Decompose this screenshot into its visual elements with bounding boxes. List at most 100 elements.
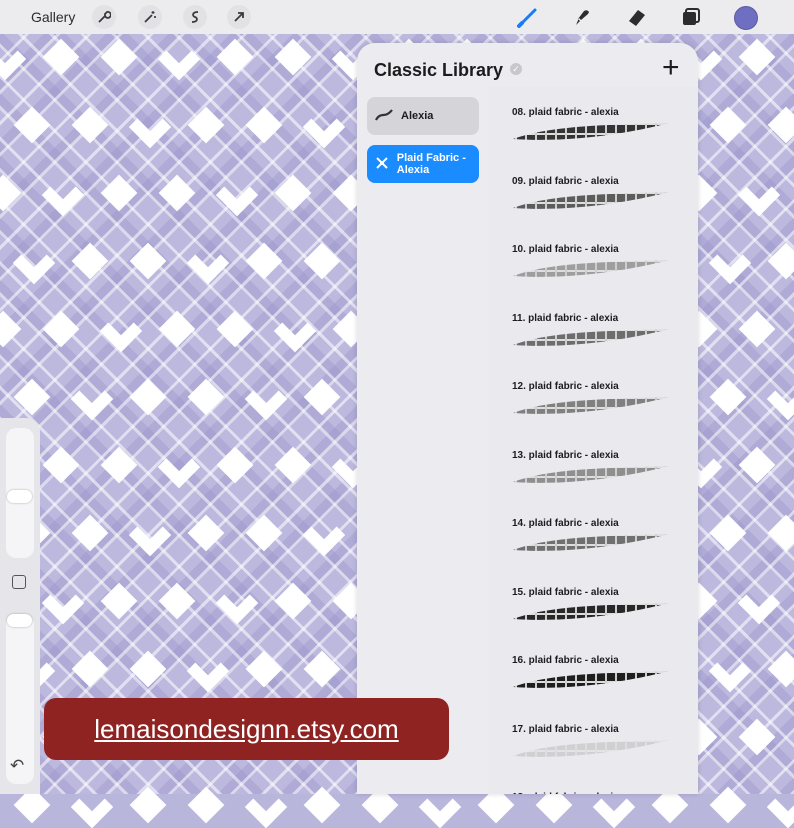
brush-stroke-shape: [513, 123, 669, 140]
plaid-diamond: [767, 106, 794, 144]
plaid-diamond: [12, 241, 56, 285]
plaid-diamond: [100, 582, 138, 620]
layers-icon[interactable]: [679, 5, 703, 29]
plaid-diamond: [245, 650, 283, 688]
brush-name: 17. plaid fabric - alexia: [512, 723, 619, 735]
plaid-diamond: [767, 242, 794, 280]
brush-stroke-preview: [513, 191, 669, 209]
library-title: Classic Library: [374, 60, 504, 80]
brush-list: 08. plaid fabric - alexia 09. plaid fabri…: [489, 87, 698, 794]
brush-item[interactable]: 13. plaid fabric - alexia: [489, 434, 698, 502]
plaid-diamond: [41, 173, 85, 217]
plaid-diamond: [41, 581, 85, 625]
brush-name: 09. plaid fabric - alexia: [512, 175, 619, 187]
plaid-diamond: [0, 174, 22, 212]
plaid-diamond: [245, 106, 283, 144]
brush-item[interactable]: 15. plaid fabric - alexia: [489, 571, 698, 639]
plaid-diamond: [274, 38, 312, 76]
plaid-diamond: [767, 650, 794, 688]
modify-button[interactable]: [12, 575, 26, 589]
watermark-link[interactable]: lemaisondesignn.etsy.com: [94, 714, 398, 745]
brush-item[interactable]: 08. plaid fabric - alexia: [489, 91, 698, 159]
gallery-button[interactable]: Gallery: [31, 9, 75, 25]
plaid-diamond: [302, 105, 346, 149]
brush-size-thumb[interactable]: [7, 490, 32, 503]
plaid-diamond: [274, 582, 312, 620]
plaid-diamond: [71, 514, 109, 552]
plaid-diamond: [737, 173, 781, 217]
plaid-diamond: [216, 446, 254, 484]
plaid-diamond: [244, 377, 288, 421]
brush-stroke-shape: [513, 260, 669, 277]
plaid-diamond: [71, 650, 109, 688]
selection-icon[interactable]: [183, 5, 207, 29]
opacity-thumb[interactable]: [7, 614, 32, 627]
plaid-diamond: [13, 106, 51, 144]
brush-stroke-icon: [375, 108, 395, 124]
plaid-diamond: [738, 38, 776, 76]
brush-library-panel: Classic Library ✓ + Alexia Plaid Fabric …: [357, 43, 698, 794]
color-swatch[interactable]: [734, 6, 758, 30]
smudge-icon[interactable]: [570, 5, 594, 29]
brush-stroke-preview: [513, 534, 669, 551]
brush-stroke-preview: [513, 397, 669, 414]
plaid-diamond: [709, 786, 747, 824]
plaid-diamond: [245, 242, 283, 280]
brush-name: 10. plaid fabric - alexia: [512, 244, 619, 255]
plaid-diamond: [158, 310, 196, 348]
plaid-diamond: [158, 582, 196, 620]
brush-item[interactable]: 14. plaid fabric - alexia: [489, 502, 698, 570]
eraser-icon[interactable]: [625, 5, 649, 29]
plaid-diamond: [187, 378, 225, 416]
brush-item[interactable]: 16. plaid fabric - alexia: [489, 639, 698, 707]
brush-stroke-preview: [513, 123, 669, 140]
plaid-diamond: [303, 650, 341, 688]
plaid-diamond: [128, 105, 172, 149]
plaid-diamond: [129, 650, 167, 688]
add-brush-set-button[interactable]: +: [662, 51, 680, 85]
wrench-icon[interactable]: [92, 5, 116, 29]
brush-item[interactable]: 12. plaid fabric - alexia: [489, 365, 698, 433]
plaid-diamond: [158, 174, 196, 212]
plaid-diamond: [0, 37, 27, 81]
plaid-diamond: [129, 786, 167, 824]
magic-wand-icon[interactable]: [138, 5, 162, 29]
checkmark-icon: ✓: [510, 63, 522, 75]
plaid-diamond: [13, 378, 51, 416]
plaid-diamond: [766, 785, 794, 828]
brush-name: 14. plaid fabric - alexia: [512, 518, 619, 529]
plaid-diamond: [70, 377, 114, 421]
brush-set-label: Plaid Fabric - Alexia: [396, 152, 466, 176]
brush-set-alexia[interactable]: Alexia: [367, 97, 479, 135]
watermark-banner: lemaisondesignn.etsy.com: [44, 698, 449, 760]
pattern-icon: [375, 156, 391, 173]
brush-stroke-preview: [513, 260, 669, 277]
plaid-diamond: [216, 38, 254, 76]
brush-item[interactable]: 11. plaid fabric - alexia: [489, 297, 698, 365]
plaid-diamond: [303, 786, 341, 824]
plaid-diamond: [709, 106, 747, 144]
left-sidebar: [0, 418, 40, 794]
transform-arrow-icon[interactable]: [227, 5, 251, 29]
undo-icon[interactable]: ↶: [10, 756, 24, 776]
plaid-diamond: [303, 242, 341, 280]
plaid-diamond: [71, 106, 109, 144]
brush-item[interactable]: 18. plaid fabric - alexia: [489, 776, 698, 794]
brush-icon[interactable]: [516, 5, 540, 29]
plaid-diamond: [215, 173, 259, 217]
brush-name: 12. plaid fabric - alexia: [512, 381, 619, 392]
brush-item[interactable]: 10. plaid fabric - alexia: [489, 228, 698, 296]
brush-stroke-shape: [513, 602, 669, 620]
brush-stroke-preview: [513, 739, 669, 757]
brush-item[interactable]: 09. plaid fabric - alexia: [489, 160, 698, 228]
plaid-diamond: [274, 446, 312, 484]
brush-set-label: Alexia: [401, 110, 434, 122]
brush-set-plaid-fabric[interactable]: Plaid Fabric - Alexia: [367, 145, 479, 183]
plaid-diamond: [100, 446, 138, 484]
plaid-diamond: [42, 38, 80, 76]
brush-item[interactable]: 17. plaid fabric - alexia: [489, 708, 698, 776]
brush-name: 11. plaid fabric - alexia: [512, 312, 619, 324]
plaid-diamond: [157, 37, 201, 81]
plaid-diamond: [738, 446, 776, 484]
plaid-diamond: [70, 785, 114, 828]
